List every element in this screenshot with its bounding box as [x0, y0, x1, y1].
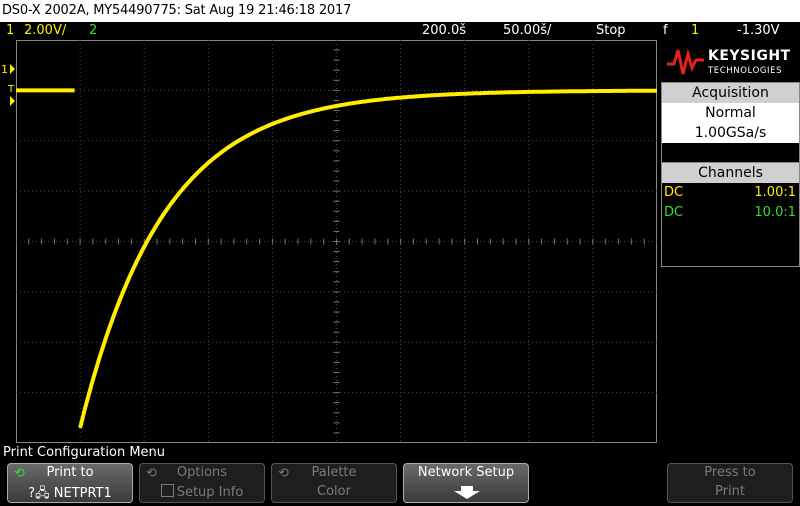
ch1-ground-arrow: [10, 64, 15, 74]
acquisition-mode: Normal: [705, 105, 756, 121]
print-to-label: Print to: [46, 465, 94, 480]
trigger-channel[interactable]: 1: [691, 22, 699, 40]
press-to-print-softkey[interactable]: Press to Print: [667, 463, 793, 503]
palette-label: Palette: [311, 465, 357, 480]
waveform-display[interactable]: [16, 40, 657, 443]
acquisition-panel[interactable]: Acquisition Normal 1.00GSa/s: [661, 82, 800, 166]
ch1-ground-marker: 1: [1, 63, 8, 76]
ch1-probe: 1.00:1: [754, 185, 796, 200]
ch1-coupling: DC: [664, 185, 684, 200]
left-markers: 1 T: [1, 63, 15, 106]
channel-1-row[interactable]: DC 1.00:1: [662, 183, 799, 203]
softkey-menu: Print Configuration Menu ⟲ Print to ?🖧 N…: [0, 443, 800, 503]
channel-2-row[interactable]: DC 10.0:1: [662, 203, 799, 223]
ch2-number[interactable]: 2: [89, 22, 97, 40]
sample-rate: 1.00GSa/s: [694, 125, 767, 141]
channels-header: Channels: [662, 163, 799, 183]
run-state[interactable]: Stop: [596, 22, 626, 40]
title-bar: DS0-X 2002A, MY54490775: Sat Aug 19 21:4…: [0, 0, 800, 22]
ch1-number[interactable]: 1: [6, 22, 14, 40]
print-to-softkey[interactable]: ⟲ Print to ?🖧 NETPRT1: [7, 463, 133, 503]
channels-panel[interactable]: Channels DC 1.00:1 DC 10.0:1: [661, 162, 800, 267]
print-label: Print: [715, 484, 745, 499]
trigger-level-marker: T: [7, 84, 15, 95]
network-setup-label: Network Setup: [417, 465, 515, 480]
palette-value: Color: [317, 484, 351, 499]
right-panel: KEYSIGHT TECHNOLOGIES Acquisition Normal…: [660, 40, 800, 267]
menu-title: Print Configuration Menu: [3, 445, 166, 460]
keysight-logo: KEYSIGHT TECHNOLOGIES: [660, 40, 800, 82]
logo-brand: KEYSIGHT: [708, 48, 791, 64]
arrow-down-icon: [454, 486, 480, 499]
trigger-edge-icon: f: [663, 23, 668, 38]
network-setup-softkey[interactable]: Network Setup: [403, 463, 529, 503]
setup-info-option: Setup Info: [140, 484, 264, 500]
press-to-label: Press to: [704, 465, 756, 480]
setup-info-checkbox[interactable]: [160, 484, 174, 497]
ch1-scale[interactable]: 2.00V/: [24, 22, 66, 40]
ch2-probe: 10.0:1: [754, 205, 796, 220]
palette-softkey[interactable]: ⟲ Palette Color: [271, 463, 397, 503]
trigger-level[interactable]: -1.30V: [737, 22, 780, 40]
logo-sub: TECHNOLOGIES: [708, 66, 783, 76]
ch1-trace-rise: [78, 88, 657, 429]
options-label: Options: [176, 465, 228, 480]
trigger-level-arrow: [10, 96, 15, 106]
options-softkey[interactable]: ⟲ Options Setup Info: [139, 463, 265, 503]
network-icon: ?🖧: [28, 486, 54, 501]
timebase-readout[interactable]: 200.0š: [422, 22, 466, 40]
status-bar: 1 2.00V/ 2 200.0š 50.00š/ Stop f 1 -1.30…: [0, 22, 800, 40]
acquisition-header: Acquisition: [662, 83, 799, 103]
ch2-coupling: DC: [664, 205, 684, 220]
delay-readout[interactable]: 50.00š/: [503, 22, 551, 40]
keysight-wave-icon: [667, 48, 704, 75]
